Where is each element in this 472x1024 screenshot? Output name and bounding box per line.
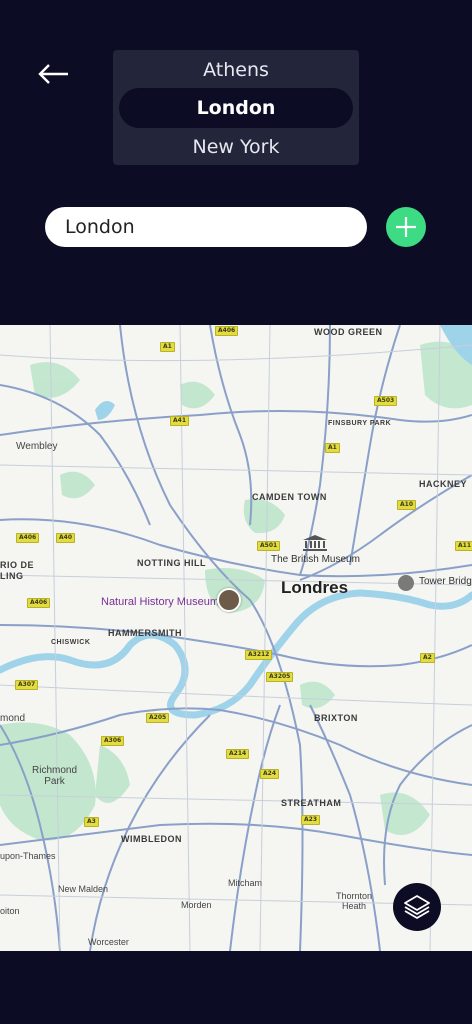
road-shield: A3212 (245, 650, 273, 660)
road-shield: A2 (420, 653, 435, 663)
map-label-wimbledon: WIMBLEDON (121, 834, 182, 844)
city-picker[interactable]: Athens London New York (113, 50, 359, 165)
add-city-button[interactable] (386, 207, 426, 247)
city-map[interactable]: WOOD GREEN FINSBURY PARK Wembley HACKNEY… (0, 325, 472, 951)
map-layers-button[interactable] (393, 883, 441, 931)
city-option-new-york[interactable]: New York (113, 127, 359, 167)
map-label-richmond-park: Richmond Park (32, 765, 78, 787)
road-shield: A406 (27, 598, 51, 608)
map-label-new-malden: New Malden (58, 884, 109, 894)
plus-icon (396, 217, 416, 237)
back-button[interactable] (36, 58, 72, 90)
road-shield: A306 (101, 736, 125, 746)
bottom-bar (0, 951, 472, 1024)
city-search-input[interactable] (45, 207, 367, 247)
road-shield: A3 (84, 817, 99, 827)
museum-icon[interactable] (302, 534, 328, 552)
road-shield: A41 (170, 416, 189, 426)
map-label-thornton-heath: Thornton Heath (336, 891, 373, 911)
map-label-rio-de: RIO DE (0, 560, 35, 570)
map-label-city-londres: Londres (281, 578, 349, 597)
road-shield: A24 (260, 769, 279, 779)
city-option-athens[interactable]: Athens (113, 50, 359, 90)
road-shield: A406 (215, 326, 239, 336)
map-label-natural-history-museum: Natural History Museum (101, 596, 219, 608)
road-shield: A214 (226, 749, 250, 759)
road-shield: A1 (160, 342, 175, 352)
map-label-hackney: HACKNEY (419, 479, 468, 489)
layers-icon (404, 895, 430, 919)
road-shield: A40 (56, 533, 75, 543)
map-label-kingston: upon-Thames (0, 851, 56, 861)
tower-bridge-marker[interactable] (398, 575, 414, 591)
arrow-left-icon (38, 64, 68, 84)
map-label-hammersmith: HAMMERSMITH (108, 628, 182, 638)
map-base-layer (0, 325, 472, 951)
map-label-wood-green: WOOD GREEN (314, 327, 383, 337)
city-option-london-selected[interactable]: London (119, 88, 353, 128)
map-label-chiswick: CHISWICK (51, 639, 91, 646)
road-shield: A11 (455, 541, 472, 551)
road-shield: A406 (16, 533, 40, 543)
map-label-surbiton: oiton (0, 906, 20, 916)
road-shield: A307 (15, 680, 39, 690)
road-shield: A10 (397, 500, 416, 510)
map-label-richmond: mond (0, 713, 26, 724)
map-label-tower-bridge: Tower Bridg (419, 576, 472, 587)
map-label-worcester: Worcester (88, 937, 129, 947)
natural-history-museum-marker[interactable] (217, 588, 241, 612)
road-shield: A23 (301, 815, 320, 825)
map-label-finsbury-park: FINSBURY PARK (328, 420, 392, 427)
map-label-morden: Morden (181, 900, 212, 910)
road-shield: A501 (257, 541, 281, 551)
road-shield: A205 (146, 713, 170, 723)
app-screen: Athens London New York London WOOD GREEN… (0, 0, 472, 1024)
road-shield: A1 (325, 443, 340, 453)
road-shield: A3205 (266, 672, 294, 682)
map-label-brixton: BRIXTON (314, 713, 358, 723)
map-label-notting-hill: NOTTING HILL (137, 558, 206, 568)
map-label-ealing: LING (0, 571, 24, 581)
map-label-british-museum: The British Museum (271, 554, 360, 565)
road-shield: A503 (374, 396, 398, 406)
map-label-mitcham: Mitcham (228, 878, 263, 888)
map-label-camden-town: CAMDEN TOWN (252, 492, 327, 502)
map-label-streatham: STREATHAM (281, 798, 342, 808)
map-label-wembley: Wembley (16, 441, 58, 452)
